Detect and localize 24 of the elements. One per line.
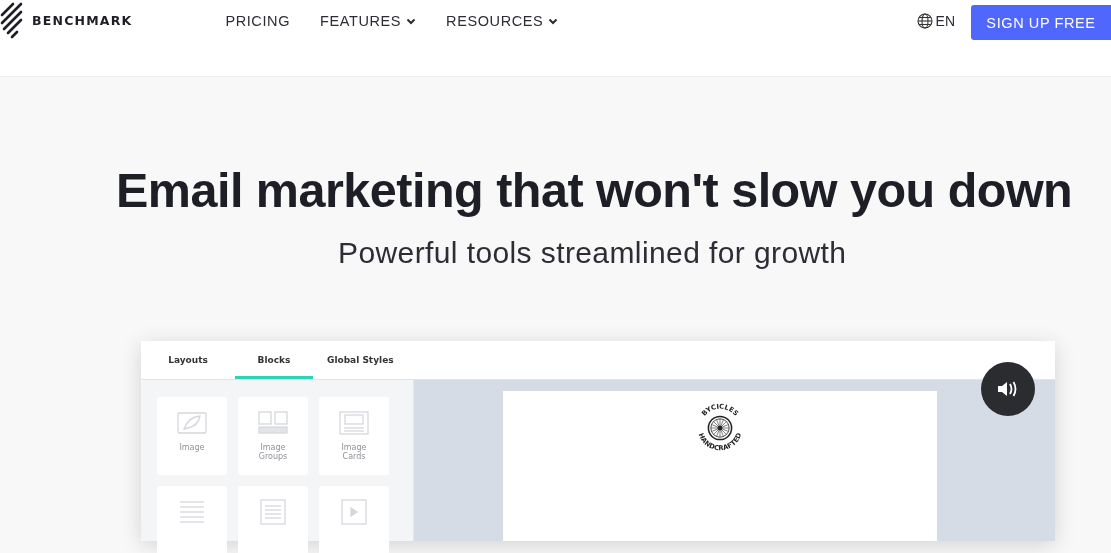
editor-tab[interactable]: Global Styles	[321, 341, 399, 379]
nav-link[interactable]: RESOURCES	[446, 13, 559, 29]
block-card[interactable]	[157, 486, 227, 553]
logo-text: BENCHMARK	[32, 12, 133, 28]
logo[interactable]: BENCHMARK	[0, 0, 133, 40]
image-icon	[174, 409, 210, 437]
hero-subtitle: Powerful tools streamlined for growth	[338, 236, 847, 270]
nav-link[interactable]: PRICING	[225, 13, 290, 29]
hero-title: Email marketing that won't slow you down	[116, 162, 1073, 218]
block-card[interactable]	[238, 486, 308, 553]
editor-tab[interactable]: Layouts	[149, 341, 227, 379]
image-group-icon	[255, 409, 291, 437]
speaker-icon	[997, 380, 1019, 398]
block-card[interactable]	[319, 486, 389, 553]
language-selector[interactable]: EN	[916, 0, 955, 42]
image-card-icon	[336, 409, 372, 437]
block-label: Image Groups	[257, 443, 289, 461]
sign-up-button[interactable]: SIGN UP FREE	[971, 5, 1111, 40]
chevron-down-icon	[406, 17, 417, 25]
block-label: Image Cards	[340, 443, 368, 461]
nav-link[interactable]: FEATURES	[320, 13, 417, 29]
chevron-down-icon	[548, 17, 559, 25]
globe-icon	[916, 13, 933, 29]
block-label: Image	[178, 443, 206, 452]
